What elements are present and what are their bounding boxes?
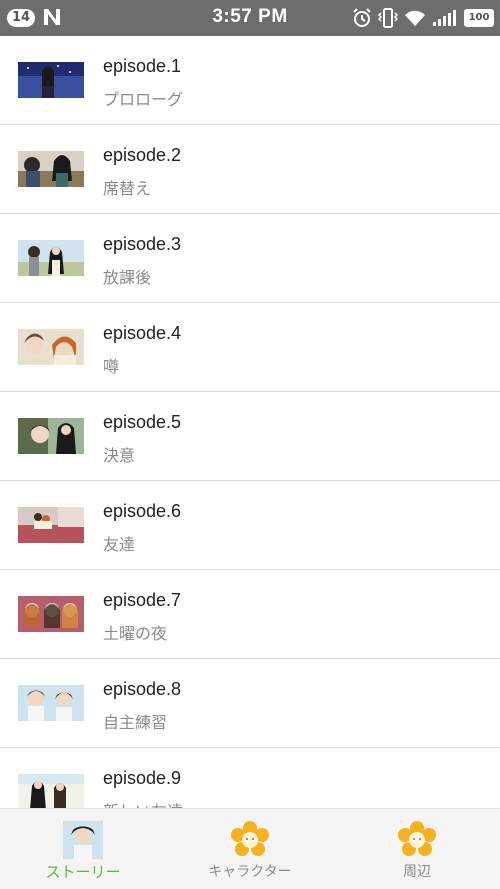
tab-surroundings[interactable]: 周辺 [334, 809, 500, 889]
flower-icon [231, 821, 269, 856]
episode-thumbnail [18, 62, 84, 98]
status-bar: 14 3:57 PM 100 [0, 0, 500, 36]
flower-icon [398, 821, 436, 856]
episode-subtitle: 自主練習 [103, 713, 168, 732]
episode-row-6[interactable]: episode.6 友達 [0, 481, 500, 570]
episode-row-1[interactable]: episode.1 プロローグ [0, 36, 500, 125]
episode-title: episode.8 [103, 679, 182, 699]
episode-title: episode.4 [103, 323, 182, 343]
vibrate-icon [378, 8, 398, 28]
episode-row-7[interactable]: episode.7 土曜の夜 [0, 570, 500, 659]
episode-thumbnail [18, 596, 84, 632]
alarm-icon [353, 8, 371, 27]
tab-label: 周辺 [403, 864, 431, 880]
signal-icon [433, 10, 456, 26]
episode-row-2[interactable]: episode.2 席替え [0, 125, 500, 214]
episode-thumbnail [18, 151, 84, 187]
episode-thumbnail [18, 240, 84, 276]
episode-subtitle: 決意 [103, 446, 136, 465]
episode-subtitle: 友達 [103, 535, 136, 554]
episode-row-8[interactable]: episode.8 自主練習 [0, 659, 500, 748]
episode-subtitle: プロローグ [103, 90, 184, 109]
episode-subtitle: 土曜の夜 [103, 624, 168, 643]
wifi-icon [405, 10, 425, 26]
episode-subtitle: 噂 [103, 357, 120, 376]
tab-story[interactable]: ストーリー [0, 809, 166, 889]
episode-title: episode.5 [103, 412, 182, 432]
episode-thumbnail [18, 685, 84, 721]
episode-row-5[interactable]: episode.5 決意 [0, 392, 500, 481]
status-icons: 100 [352, 7, 494, 29]
episode-title: episode.9 [103, 768, 182, 788]
episode-title: episode.1 [103, 56, 182, 76]
episode-row-3[interactable]: episode.3 放課後 [0, 214, 500, 303]
episode-title: episode.2 [103, 145, 182, 165]
episode-thumbnail [18, 507, 84, 543]
battery-icon: 100 [464, 9, 494, 27]
episode-thumbnail [18, 774, 84, 808]
episode-row-9[interactable]: episode.9 新しい友達 [0, 748, 500, 808]
episode-title: episode.6 [103, 501, 182, 521]
episode-list[interactable]: episode.1 プロローグ episode.2 席替え episode.3 … [0, 36, 500, 808]
story-character-icon [63, 821, 103, 859]
episode-title: episode.3 [103, 234, 182, 254]
episode-title: episode.7 [103, 590, 182, 610]
episode-subtitle: 放課後 [103, 268, 152, 287]
tab-characters[interactable]: キャラクター [167, 809, 333, 889]
episode-subtitle: 席替え [103, 179, 152, 198]
episode-subtitle: 新しい友達 [103, 798, 183, 808]
tab-label: ストーリー [45, 863, 121, 881]
tab-label: キャラクター [208, 864, 292, 880]
episode-row-4[interactable]: episode.4 噂 [0, 303, 500, 392]
episode-thumbnail [18, 418, 84, 454]
episode-thumbnail [18, 329, 84, 365]
bottom-tab-bar: ストーリー キャラクター 周辺 [0, 808, 500, 889]
